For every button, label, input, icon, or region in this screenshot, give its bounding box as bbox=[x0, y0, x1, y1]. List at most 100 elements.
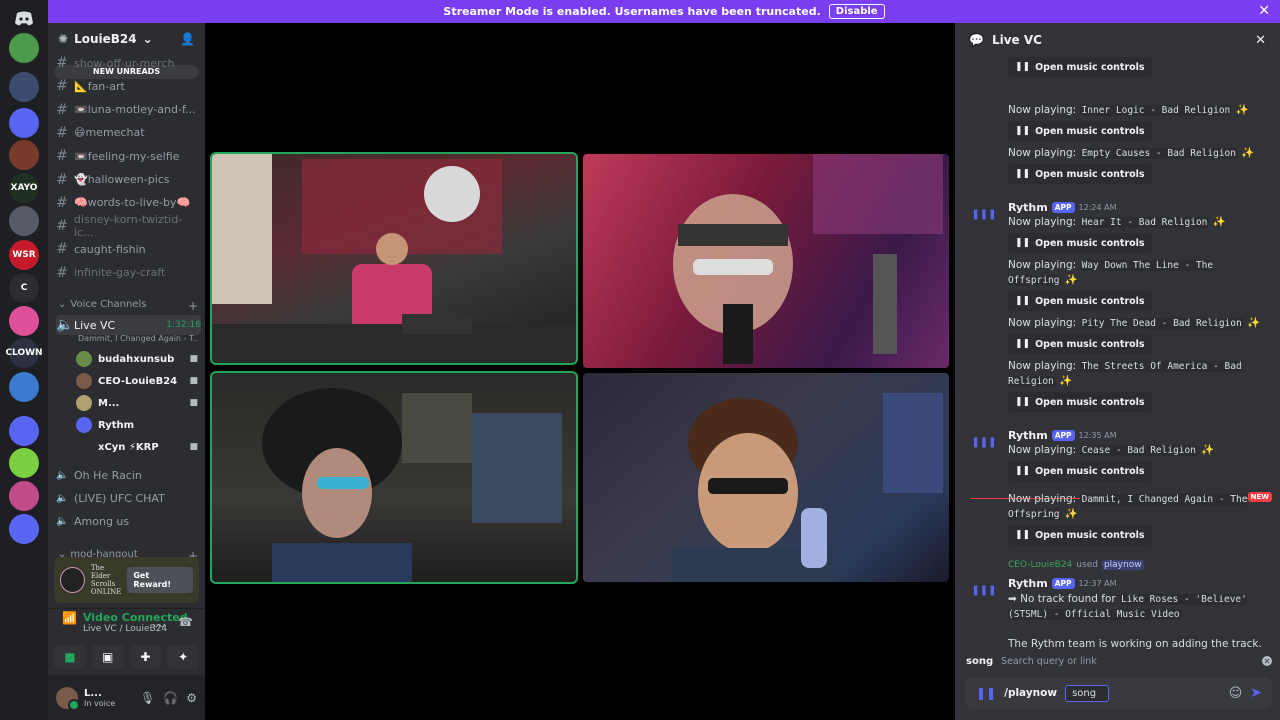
server-icon[interactable] bbox=[9, 306, 39, 336]
close-icon[interactable]: ✕ bbox=[1262, 656, 1272, 666]
hash-icon: # bbox=[56, 171, 68, 188]
voice-user[interactable]: CEO-LouieB24 ■ bbox=[76, 371, 198, 391]
rythm-bot-icon[interactable]: ❚❚❚ bbox=[969, 575, 999, 605]
server-icon[interactable] bbox=[9, 72, 39, 102]
open-music-controls-button[interactable]: ❚❚ Open music controls bbox=[1008, 164, 1152, 184]
voice-user[interactable]: M... ■ bbox=[76, 393, 198, 413]
open-music-controls-button[interactable]: ❚❚ Open music controls bbox=[1008, 392, 1152, 412]
server-icon[interactable]: C bbox=[9, 273, 39, 303]
server-icon[interactable]: XAYO bbox=[9, 173, 39, 203]
hash-icon: # bbox=[56, 101, 68, 118]
chevron-down-icon: ⌄ bbox=[142, 32, 153, 46]
discord-home-icon[interactable] bbox=[9, 4, 39, 34]
text-channel[interactable]: # caught-fishin bbox=[56, 239, 201, 259]
text-channel[interactable]: # disney-korn-twiztid-ic... bbox=[56, 213, 201, 239]
avatar[interactable] bbox=[56, 686, 80, 711]
video-tile[interactable] bbox=[583, 154, 949, 368]
invite-icon[interactable]: 👤 bbox=[180, 32, 195, 46]
song-option-input[interactable]: song bbox=[1065, 684, 1110, 702]
video-tile[interactable] bbox=[210, 371, 578, 584]
connection-status[interactable]: Video Connected bbox=[83, 611, 188, 624]
voice-channel-live-vc[interactable]: 🔈 Live VC 1:32:16 bbox=[56, 315, 201, 335]
open-music-controls-button[interactable]: ❚❚ Open music controls bbox=[1008, 461, 1152, 481]
voice-user[interactable]: xCyn ⚡KRP ■ bbox=[76, 437, 198, 457]
disconnect-icon[interactable]: ☎ bbox=[178, 615, 193, 629]
microphone-icon[interactable]: 🎙 bbox=[140, 691, 155, 705]
open-music-controls-button[interactable]: ❚❚ Open music controls bbox=[1008, 121, 1152, 141]
camera-icon: ■ bbox=[189, 398, 198, 408]
button-label: Open music controls bbox=[1035, 168, 1145, 180]
send-icon[interactable]: ➤ bbox=[1250, 685, 1262, 701]
promo-title: The Elder Scrolls ONLINE bbox=[90, 564, 122, 596]
server-icon[interactable] bbox=[9, 448, 39, 478]
text-channel[interactable]: # infinite-gay-craft bbox=[56, 263, 201, 283]
close-icon[interactable]: ✕ bbox=[1258, 3, 1270, 19]
reply-user[interactable]: CEO-LouieB24 bbox=[1008, 560, 1072, 570]
voice-user[interactable]: Rythm bbox=[76, 415, 198, 435]
voice-user[interactable]: budahxunsub ■ bbox=[76, 349, 198, 369]
sparkle-icon: ✨ bbox=[1243, 317, 1261, 329]
username[interactable]: L... bbox=[84, 688, 115, 699]
game-emblem-icon bbox=[60, 567, 85, 593]
voice-channel[interactable]: 🔈 Among us bbox=[56, 512, 201, 532]
text-channel[interactable]: # 🧠words-to-live-by🧠 bbox=[56, 193, 201, 213]
avatar bbox=[76, 439, 92, 455]
author-name[interactable]: Rythm bbox=[1008, 577, 1048, 590]
slash-command: /playnow bbox=[1004, 687, 1058, 699]
now-playing-line: Now playing: Hear It - Bad Religion ✨ bbox=[1008, 215, 1263, 230]
rythm-bot-icon: ❚❚ bbox=[976, 686, 997, 700]
open-music-controls-button[interactable]: ❚❚ Open music controls bbox=[1008, 525, 1152, 545]
pause-icon: ❚❚ bbox=[1015, 296, 1031, 306]
open-music-controls-button[interactable]: ❚❚ Open music controls bbox=[1008, 57, 1152, 77]
text-channel[interactable]: # 😄memechat bbox=[56, 123, 201, 143]
server-icon[interactable] bbox=[9, 372, 39, 402]
open-music-controls-button[interactable]: ❚❚ Open music controls bbox=[1008, 291, 1152, 311]
server-icon[interactable] bbox=[9, 481, 39, 511]
server-icon[interactable]: WSR bbox=[9, 240, 39, 270]
server-icon[interactable] bbox=[9, 108, 39, 138]
reply-used: used bbox=[1076, 560, 1098, 570]
rythm-bot-icon[interactable]: ❚❚❚ bbox=[969, 199, 999, 229]
close-icon[interactable]: ✕ bbox=[1255, 33, 1266, 48]
button-label: Open music controls bbox=[1035, 338, 1145, 350]
add-channel-icon[interactable]: + bbox=[188, 299, 198, 313]
voice-channel[interactable]: 🔈 Oh He Racin bbox=[56, 465, 201, 485]
disable-button[interactable]: Disable bbox=[828, 4, 885, 19]
server-icon[interactable] bbox=[9, 33, 39, 63]
server-icon[interactable] bbox=[9, 140, 39, 170]
text-channel[interactable]: # 📼feeling-my-selfie bbox=[56, 146, 201, 166]
hash-icon: # bbox=[56, 78, 68, 95]
text-channel[interactable]: # 📐fan-art bbox=[56, 76, 201, 96]
text-channel[interactable]: # 👻halloween-pics bbox=[56, 170, 201, 190]
author-name[interactable]: Rythm bbox=[1008, 429, 1048, 442]
server-icon[interactable] bbox=[9, 416, 39, 446]
video-tile[interactable] bbox=[583, 373, 949, 582]
text-channel[interactable]: # show-off-ur-merch bbox=[56, 53, 201, 73]
message-composer[interactable]: ❚❚ /playnow song ☺ ➤ bbox=[966, 677, 1272, 709]
emoji-icon[interactable]: ☺ bbox=[1229, 686, 1243, 701]
reply-command[interactable]: playnow bbox=[1101, 560, 1144, 570]
open-music-controls-button[interactable]: ❚❚ Open music controls bbox=[1008, 334, 1152, 354]
gear-icon[interactable]: ⚙ bbox=[186, 691, 197, 705]
server-icon[interactable]: CLOWN bbox=[5, 338, 43, 368]
get-reward-button[interactable]: Get Reward! bbox=[127, 567, 193, 593]
server-icon[interactable] bbox=[9, 206, 39, 236]
message-author: Rythm APP 12:24 AM bbox=[1008, 201, 1117, 214]
voice-category[interactable]: ⌄ Voice Channels + bbox=[58, 299, 198, 313]
activities-button[interactable]: ✚ bbox=[129, 645, 162, 669]
author-name[interactable]: Rythm bbox=[1008, 201, 1048, 214]
text-channel[interactable]: # 📼luna-motley-and-f... bbox=[56, 100, 201, 120]
promo-card: The Elder Scrolls ONLINE Get Reward! bbox=[54, 557, 199, 603]
rythm-bot-icon[interactable]: ❚❚❚ bbox=[969, 427, 999, 457]
soundboard-button[interactable]: ✦ bbox=[167, 645, 199, 669]
headphones-icon[interactable]: 🎧 bbox=[163, 691, 178, 705]
video-tile[interactable] bbox=[210, 152, 578, 365]
open-music-controls-button[interactable]: ❚❚ Open music controls bbox=[1008, 233, 1152, 253]
server-icon[interactable] bbox=[9, 514, 39, 544]
screen-share-button[interactable]: ▣ bbox=[91, 645, 124, 669]
voice-channel[interactable]: 🔈 (LIVE) UFC CHAT bbox=[56, 488, 201, 508]
guild-header[interactable]: ✺ LouieB24 ⌄ 👤 bbox=[48, 23, 205, 55]
camera-button[interactable]: ■ bbox=[54, 645, 86, 669]
noise-suppression-icon[interactable]: 〰 bbox=[153, 617, 165, 634]
connection-channel[interactable]: Live VC / LouieB24 bbox=[83, 624, 188, 634]
